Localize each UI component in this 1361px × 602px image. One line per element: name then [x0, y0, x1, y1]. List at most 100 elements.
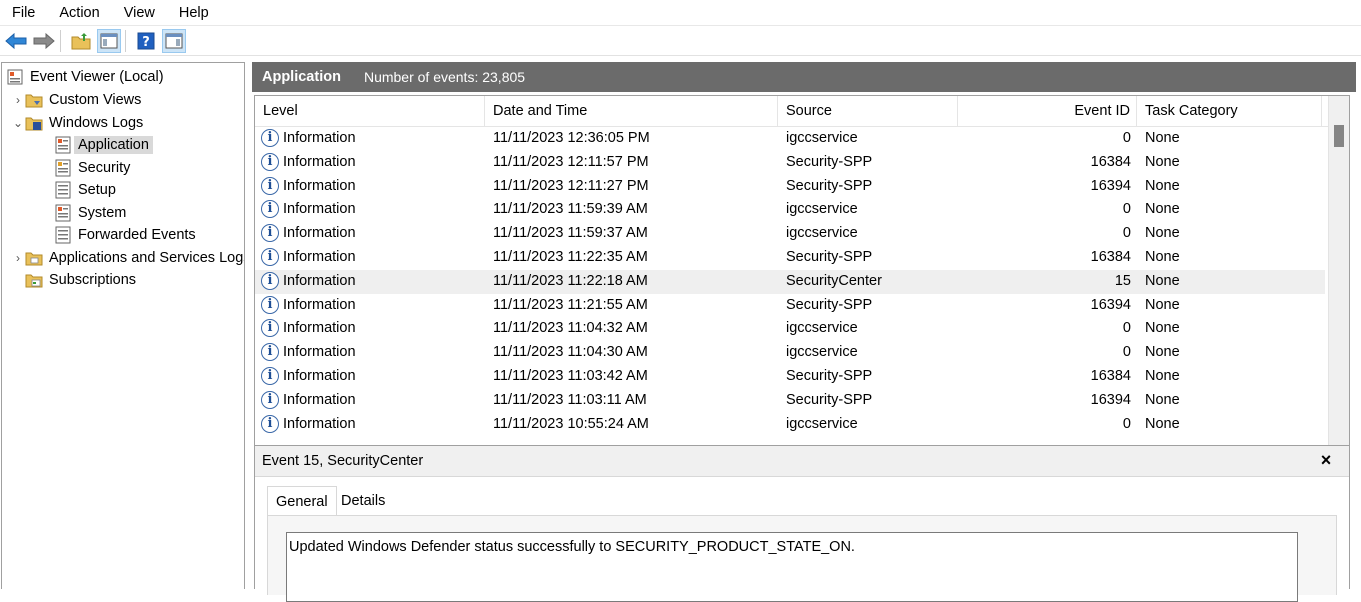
tree-label: Applications and Services Logs — [49, 250, 245, 266]
tree-node-forwarded-events[interactable]: Forwarded Events — [54, 224, 196, 246]
table-row[interactable]: i Information 11/11/2023 12:11:27 PM Securi… — [255, 175, 1325, 199]
chevron-down-icon[interactable]: ⌄ — [11, 116, 25, 130]
table-row[interactable]: i Information 11/11/2023 12:36:05 PM igccse… — [255, 127, 1325, 151]
detail-header: Event 15, SecurityCenter × — [255, 446, 1349, 477]
table-row[interactable]: i Information 11/11/2023 11:03:42 AM Securi… — [255, 365, 1325, 389]
cell-source: igccservice — [786, 130, 858, 146]
table-row[interactable]: i Information 11/11/2023 12:11:57 PM Securi… — [255, 151, 1325, 175]
column-header-task-category[interactable]: Task Category — [1137, 96, 1322, 126]
tree-node-applications-services[interactable]: › Applications and Services Logs — [11, 247, 245, 269]
menu-help[interactable]: Help — [167, 1, 221, 25]
menu-file[interactable]: File — [0, 1, 47, 25]
cell-source: Security-SPP — [786, 368, 873, 384]
console-tree: Event Viewer (Local) › Custom Views ⌄ Wi… — [1, 62, 245, 589]
cell-source: igccservice — [786, 344, 858, 361]
tree-node-security[interactable]: Security — [54, 157, 130, 179]
table-row[interactable]: i Information 11/11/2023 11:21:55 AM Securi… — [255, 294, 1325, 318]
cell-task-category: None — [1145, 344, 1180, 361]
event-viewer-icon — [6, 68, 24, 86]
cell-event-id: 0 — [1122, 130, 1131, 146]
cell-date-time: 11/11/2023 11:04:30 AM — [493, 344, 648, 361]
forward-arrow-icon — [33, 32, 55, 49]
cell-date-time: 11/11/2023 11:03:42 AM — [493, 368, 648, 384]
tree-node-system[interactable]: System — [54, 202, 126, 224]
table-row[interactable]: i Information 11/11/2023 10:55:24 AM igccse… — [255, 413, 1325, 437]
tree-node-custom-views[interactable]: › Custom Views — [11, 89, 141, 111]
tree-node-windows-logs[interactable]: ⌄ Windows Logs — [11, 112, 143, 134]
column-header-event-id[interactable]: Event ID — [958, 96, 1137, 126]
cell-task-category: None — [1145, 225, 1180, 242]
table-row[interactable]: i Information 11/11/2023 11:04:30 AM igccse… — [255, 341, 1325, 365]
show-hide-action-pane-button[interactable] — [162, 28, 186, 53]
cell-date-time: 11/11/2023 12:11:57 PM — [493, 153, 649, 170]
table-row[interactable]: i Information 11/11/2023 11:22:35 AM Securi… — [255, 246, 1325, 270]
tree-node-event-viewer[interactable]: Event Viewer (Local) — [6, 66, 164, 88]
console-tree-icon — [100, 33, 118, 48]
table-row[interactable]: i Information 11/11/2023 11:22:18 AM Securi… — [255, 269, 1325, 294]
help-button[interactable]: ? — [134, 29, 158, 53]
tree-label: Windows Logs — [49, 115, 144, 131]
tree-node-subscriptions[interactable]: Subscriptions — [25, 269, 136, 291]
cell-level: Information — [283, 391, 356, 408]
event-count: Number of events: 23,805 — [363, 69, 526, 85]
log-header-bar: Application Number of events: 23,805 — [252, 62, 1356, 92]
information-icon: i — [261, 367, 279, 385]
cell-task-category: None — [1145, 249, 1180, 265]
tree-node-application[interactable]: Application — [54, 134, 153, 156]
cell-event-id: 16384 — [1090, 153, 1131, 170]
event-message: Updated Windows Defender status successf… — [289, 539, 855, 555]
show-hide-tree-button[interactable] — [97, 28, 121, 53]
cell-source: igccservice — [786, 415, 858, 432]
menu-view[interactable]: View — [112, 1, 167, 25]
event-message-box[interactable]: Updated Windows Defender status successf… — [286, 532, 1298, 602]
log-icon — [54, 226, 72, 244]
log-title: Application — [262, 69, 341, 85]
cell-task-category: None — [1145, 177, 1180, 194]
scrollbar-thumb[interactable] — [1334, 125, 1344, 147]
tree-node-setup[interactable]: Setup — [54, 179, 116, 201]
table-row[interactable]: i Information 11/11/2023 11:03:11 AM Securi… — [255, 389, 1325, 413]
cell-source: Security-SPP — [786, 296, 873, 313]
cell-level: Information — [283, 153, 356, 170]
cell-task-category: None — [1145, 130, 1180, 146]
column-header-level[interactable]: Level — [255, 96, 485, 126]
back-button[interactable] — [4, 29, 28, 53]
chevron-right-icon[interactable]: › — [11, 93, 25, 107]
forward-button[interactable] — [32, 29, 56, 53]
tab-general[interactable]: General — [267, 486, 337, 517]
tree-label: System — [78, 205, 127, 221]
vertical-scrollbar[interactable] — [1328, 96, 1349, 497]
table-row[interactable]: i Information 11/11/2023 11:59:37 AM igccse… — [255, 222, 1325, 246]
up-folder-button[interactable] — [69, 29, 93, 53]
information-icon: i — [261, 224, 279, 243]
tree-label: Application — [74, 136, 153, 154]
menu-action[interactable]: Action — [47, 1, 111, 25]
cell-date-time: 11/11/2023 11:59:39 AM — [493, 201, 648, 218]
cell-event-id: 0 — [1122, 225, 1131, 242]
column-header-source[interactable]: Source — [778, 96, 958, 126]
tree-label: Security — [78, 160, 131, 176]
toolbar: ? — [0, 26, 1361, 56]
cell-event-id: 15 — [1114, 272, 1131, 289]
cell-level: Information — [283, 320, 356, 337]
folder-filter-icon — [25, 91, 43, 109]
column-header-date[interactable]: Date and Time — [485, 96, 778, 126]
close-icon[interactable]: × — [1317, 450, 1335, 470]
information-icon: i — [261, 129, 279, 147]
back-arrow-icon — [5, 32, 27, 49]
cell-date-time: 11/11/2023 11:22:18 AM — [493, 272, 648, 289]
information-icon: i — [261, 271, 279, 290]
tab-details[interactable]: Details — [333, 486, 393, 516]
tree-label: Forwarded Events — [78, 227, 196, 243]
log-icon — [54, 159, 72, 177]
table-row[interactable]: i Information 11/11/2023 11:59:39 AM igccse… — [255, 198, 1325, 222]
cell-task-category: None — [1145, 201, 1180, 218]
cell-level: Information — [283, 368, 356, 384]
cell-date-time: 11/11/2023 11:21:55 AM — [493, 296, 648, 313]
chevron-right-icon[interactable]: › — [11, 251, 25, 265]
cell-event-id: 0 — [1122, 415, 1131, 432]
cell-source: Security-SPP — [786, 249, 873, 265]
table-row[interactable]: i Information 11/11/2023 11:04:32 AM igccse… — [255, 317, 1325, 341]
folder-logs-icon — [25, 114, 43, 132]
cell-level: Information — [283, 177, 356, 194]
